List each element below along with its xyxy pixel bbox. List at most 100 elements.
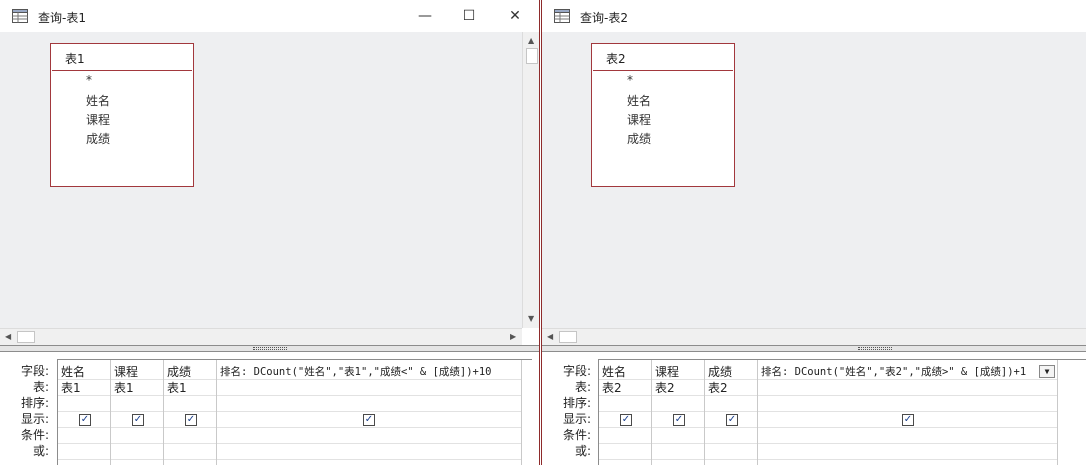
sort-cell[interactable] [705, 396, 757, 412]
checkbox-checked-icon[interactable]: ✓ [902, 414, 914, 426]
field-item-all[interactable]: * [86, 73, 92, 87]
table-cell[interactable]: 表2 [652, 380, 704, 396]
criteria-cell[interactable] [758, 428, 1057, 444]
table-cell[interactable]: 表2 [705, 380, 757, 396]
grid-column: 课程 表1 ✓ [111, 360, 164, 465]
table-cell[interactable]: 表1 [164, 380, 216, 396]
row-label-table: 表: [574, 380, 591, 394]
or-cell[interactable] [705, 444, 757, 460]
checkbox-checked-icon[interactable]: ✓ [363, 414, 375, 426]
or-cell[interactable] [111, 444, 163, 460]
criteria-cell[interactable] [58, 428, 110, 444]
or-cell[interactable] [599, 444, 651, 460]
scroll-left-icon[interactable]: ◀ [5, 332, 11, 342]
maximize-button[interactable]: ☐ [454, 4, 484, 28]
or-cell[interactable] [164, 444, 216, 460]
grid-column: 成绩 表1 ✓ [164, 360, 217, 465]
table-cell[interactable] [217, 380, 521, 396]
scroll-right-icon[interactable]: ▶ [510, 332, 516, 342]
field-expression[interactable]: 排名: DCount("姓名","表2","成绩>" & [成绩])+1 [761, 366, 1026, 378]
field-item-score[interactable]: 成绩 [86, 130, 110, 147]
criteria-cell[interactable] [599, 428, 651, 444]
criteria-cell[interactable] [705, 428, 757, 444]
scroll-left-icon[interactable]: ◀ [547, 332, 553, 342]
table-cell[interactable]: 表1 [111, 380, 163, 396]
field-item-course[interactable]: 课程 [86, 111, 110, 128]
window-title: 查询-表1 [38, 11, 86, 25]
table-title: 表1 [65, 52, 85, 66]
checkbox-checked-icon[interactable]: ✓ [673, 414, 685, 426]
criteria-cell[interactable] [652, 428, 704, 444]
field-cell[interactable]: 课程 [111, 364, 163, 380]
table-cell[interactable]: 表1 [58, 380, 110, 396]
or-cell[interactable] [652, 444, 704, 460]
sort-cell[interactable] [164, 396, 216, 412]
show-cell: ✓ [164, 412, 216, 428]
sort-cell[interactable] [58, 396, 110, 412]
field-item-course[interactable]: 课程 [627, 111, 651, 128]
table-cell[interactable]: 表2 [599, 380, 651, 396]
field-item-name[interactable]: 姓名 [86, 92, 110, 109]
horizontal-scrollbar[interactable]: ◀ ▶ [0, 328, 522, 345]
sort-cell[interactable] [758, 396, 1057, 412]
sort-cell[interactable] [111, 396, 163, 412]
query-grid: 姓名 表2 ✓ 课程 表2 ✓ 成绩 表2 ✓ 排名: DCount("姓名",… [598, 359, 1086, 465]
title-bar: 查询-表1 — ☐ ✕ [0, 0, 539, 32]
checkbox-checked-icon[interactable]: ✓ [620, 414, 632, 426]
field-cell[interactable]: 排名: DCount("姓名","表2","成绩>" & [成绩])+1 ▼ [758, 364, 1057, 380]
or-cell[interactable] [217, 444, 521, 460]
row-label-sort: 排序: [20, 396, 49, 410]
criteria-cell[interactable] [164, 428, 216, 444]
checkbox-checked-icon[interactable]: ✓ [79, 414, 91, 426]
field-cell[interactable]: 课程 [652, 364, 704, 380]
row-label-show: 显示: [562, 412, 591, 426]
minimize-button[interactable]: — [410, 4, 440, 28]
row-label-field: 字段: [562, 364, 591, 378]
field-item-all[interactable]: * [627, 73, 633, 87]
pane-splitter[interactable] [542, 345, 1086, 352]
pane-splitter[interactable] [0, 345, 539, 352]
row-label-field: 字段: [20, 364, 49, 378]
scroll-thumb[interactable] [526, 48, 538, 64]
field-list-table1[interactable]: 表1 * 姓名 课程 成绩 [50, 43, 194, 187]
show-cell: ✓ [599, 412, 651, 428]
checkbox-checked-icon[interactable]: ✓ [726, 414, 738, 426]
close-button[interactable]: ✕ [500, 4, 530, 28]
sort-cell[interactable] [599, 396, 651, 412]
checkbox-checked-icon[interactable]: ✓ [185, 414, 197, 426]
query-grid: 姓名 表1 ✓ 课程 表1 ✓ 成绩 表1 ✓ 排名: DCount("姓名",… [57, 359, 532, 465]
table-cell[interactable] [758, 380, 1057, 396]
dropdown-arrow-icon[interactable]: ▼ [1039, 365, 1055, 378]
splitter-grip[interactable] [858, 347, 892, 350]
sort-cell[interactable] [217, 396, 521, 412]
splitter-grip[interactable] [253, 347, 287, 350]
show-cell: ✓ [217, 412, 521, 428]
window-title: 查询-表2 [580, 11, 628, 25]
field-item-name[interactable]: 姓名 [627, 92, 651, 109]
criteria-cell[interactable] [217, 428, 521, 444]
scroll-thumb[interactable] [17, 331, 35, 343]
row-label-or: 或: [32, 444, 49, 458]
field-list-table2[interactable]: 表2 * 姓名 课程 成绩 [591, 43, 735, 187]
query-window-1: 查询-表1 — ☐ ✕ 表1 * 姓名 课程 成绩 ▲ ▼ ◀ ▶ 字段: 表:… [0, 0, 540, 465]
criteria-cell[interactable] [111, 428, 163, 444]
scroll-thumb[interactable] [559, 331, 577, 343]
field-cell[interactable]: 姓名 [58, 364, 110, 380]
design-area[interactable]: 表1 * 姓名 课程 成绩 [0, 32, 522, 328]
table-title: 表2 [606, 52, 626, 66]
scroll-up-icon[interactable]: ▲ [528, 36, 534, 46]
field-cell[interactable]: 姓名 [599, 364, 651, 380]
scroll-down-icon[interactable]: ▼ [528, 314, 534, 324]
or-cell[interactable] [758, 444, 1057, 460]
checkbox-checked-icon[interactable]: ✓ [132, 414, 144, 426]
field-cell[interactable]: 成绩 [164, 364, 216, 380]
field-cell[interactable]: 排名: DCount("姓名","表1","成绩<" & [成绩])+10 [217, 364, 521, 380]
sort-cell[interactable] [652, 396, 704, 412]
design-area[interactable]: 表2 * 姓名 课程 成绩 [542, 32, 1086, 328]
horizontal-scrollbar[interactable]: ◀ [542, 328, 1086, 345]
field-cell[interactable]: 成绩 [705, 364, 757, 380]
vertical-scrollbar[interactable]: ▲ ▼ [522, 32, 539, 328]
or-cell[interactable] [58, 444, 110, 460]
field-item-score[interactable]: 成绩 [627, 130, 651, 147]
grid-column: 成绩 表2 ✓ [705, 360, 758, 465]
